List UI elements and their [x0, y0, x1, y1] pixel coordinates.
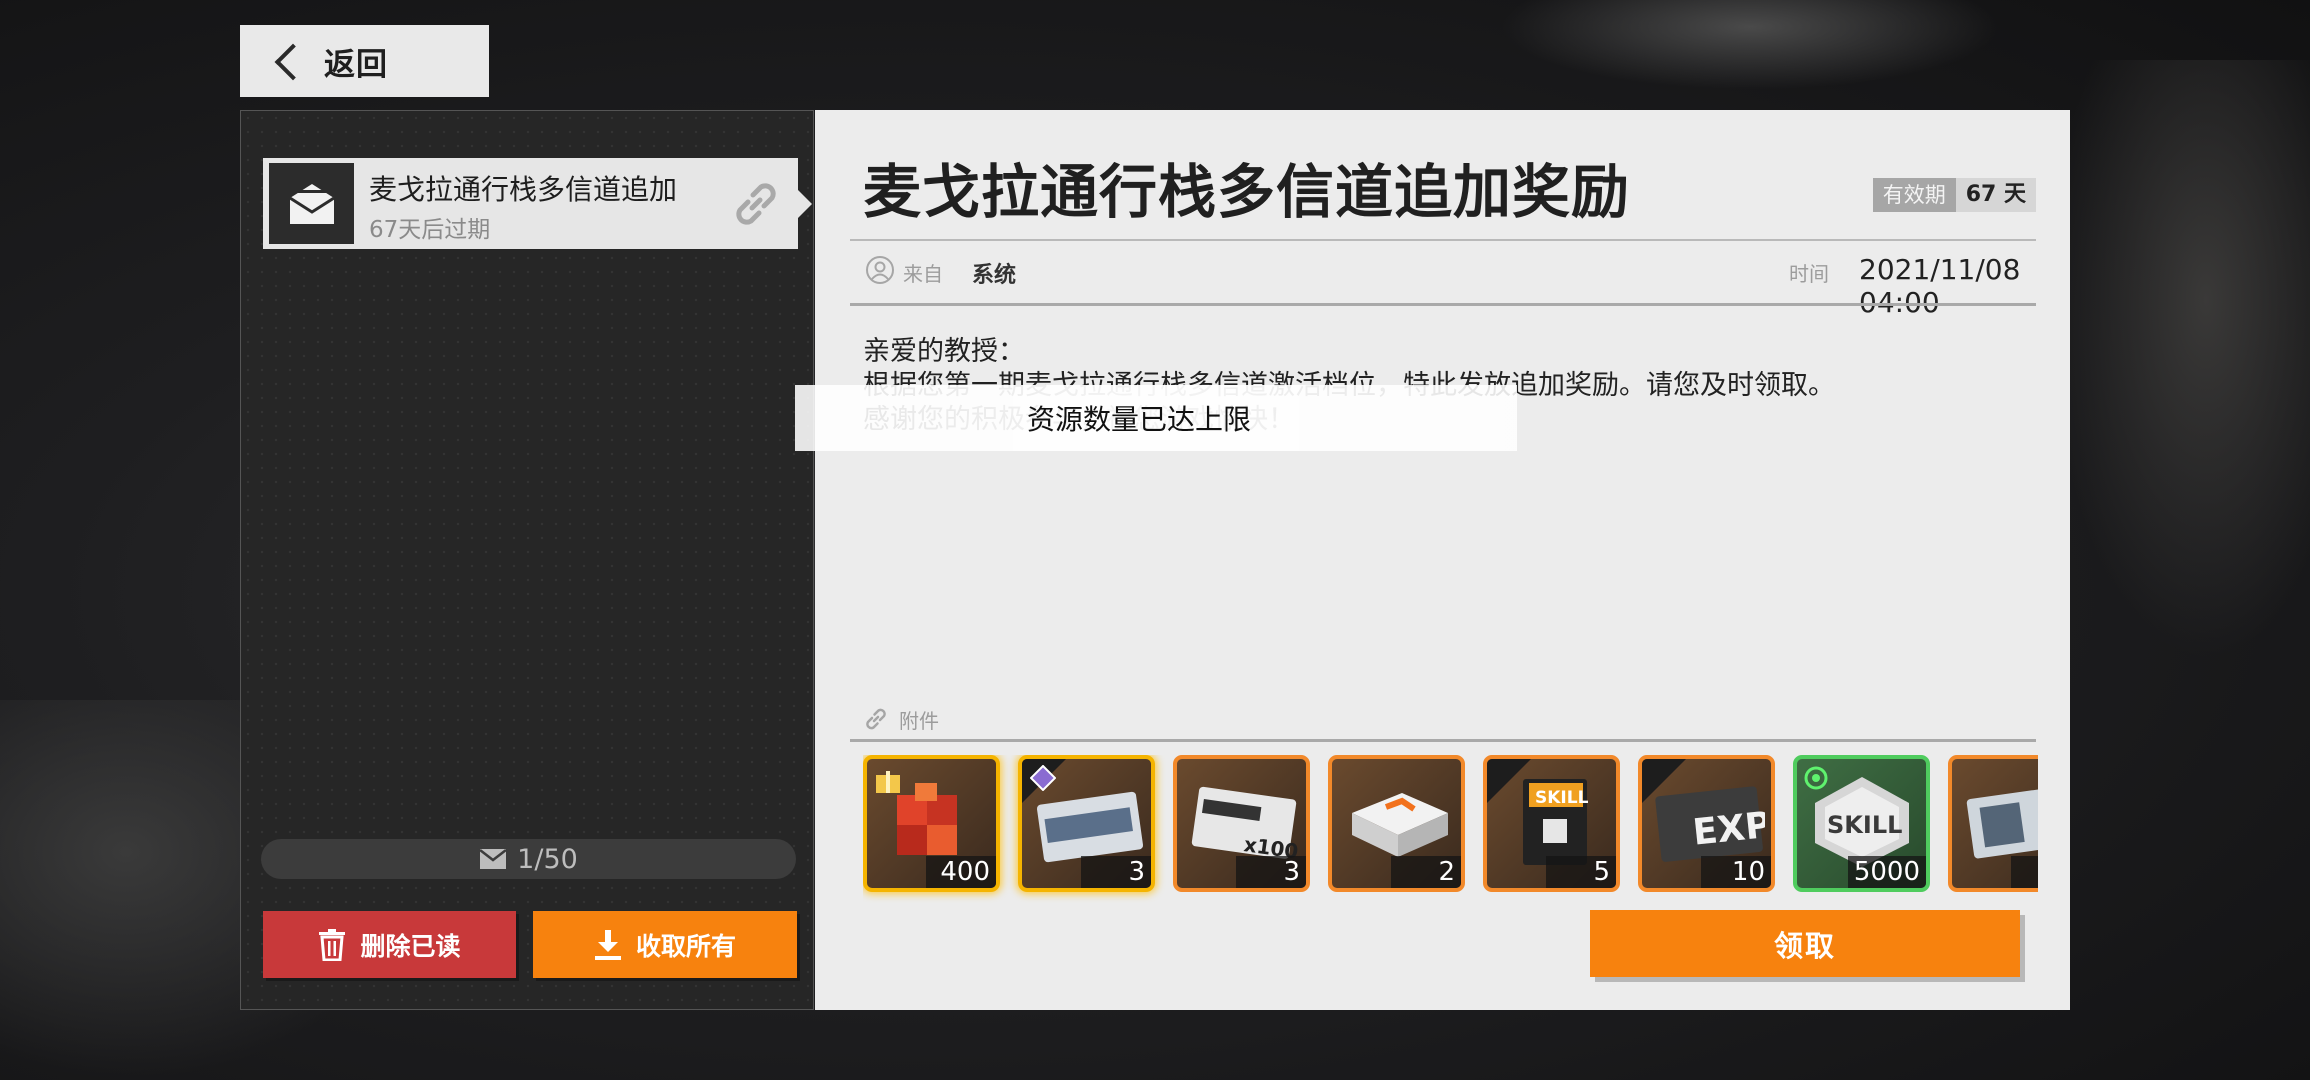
person-icon: [866, 256, 894, 284]
collect-all-label: 收取所有: [635, 931, 736, 961]
mail-title: 麦戈拉通行栈多信道追加奖励: [863, 158, 1631, 226]
from-value: 系统: [972, 263, 1017, 288]
back-label: 返回: [324, 46, 388, 83]
attachment-qty: 3: [1081, 856, 1151, 888]
attachment-item[interactable]: SKILL 5: [1483, 755, 1620, 892]
background-blur: [1500, 0, 2000, 90]
skill-book-icon: SKILL: [1523, 779, 1589, 865]
svg-text:EXP: EXP: [1691, 805, 1765, 854]
validity-badge: 有效期 67 天: [1872, 178, 2036, 212]
attachment-item[interactable]: SKILL 5000: [1793, 755, 1930, 892]
delete-read-label: 删除已读: [360, 931, 461, 961]
attachment-qty: 5: [1546, 856, 1616, 888]
delete-read-button[interactable]: 删除已读: [263, 911, 516, 978]
mail-item-title: 麦戈拉通行栈多信道追加: [369, 173, 678, 206]
svg-text:SKILL: SKILL: [1535, 788, 1589, 808]
envelope-open-icon: [269, 163, 354, 244]
attachment-link-icon: [736, 183, 776, 225]
attachment-qty: 10: [1701, 856, 1771, 888]
time-value: 2021/11/08 04:00: [1859, 253, 2021, 319]
key-card-x100-icon: x100: [1191, 786, 1300, 864]
sender-row: 来自 系统 时间 2021/11/08 04:00: [865, 253, 2035, 319]
attachment-qty: 2: [1391, 856, 1461, 888]
claim-button[interactable]: 领取: [1590, 910, 2020, 977]
validity-value: 67 天: [1955, 178, 2036, 212]
back-button[interactable]: 返回: [240, 25, 489, 97]
validity-label: 有效期: [1872, 178, 1956, 212]
mail-count: 1/50: [517, 843, 578, 875]
mail-count-bar: 1/50: [261, 839, 796, 879]
collect-all-button[interactable]: 收取所有: [533, 911, 797, 978]
divider: [850, 739, 2036, 742]
attachment-qty: [2011, 856, 2038, 888]
diamond-badge-icon: [1030, 765, 1056, 791]
mail-item-expiry: 67天后过期: [369, 217, 491, 243]
chip-badge-icon: [1804, 766, 1828, 790]
attachment-item[interactable]: EXP 10: [1638, 755, 1775, 892]
divider: [850, 303, 2036, 306]
trash-icon: [319, 928, 346, 961]
attachment-qty: 400: [926, 856, 996, 888]
divider: [850, 239, 2036, 241]
attachment-item[interactable]: 2: [1328, 755, 1465, 892]
exp-card-icon: EXP: [1655, 786, 1765, 862]
attachments-label: 附件: [899, 708, 939, 733]
claim-label: 领取: [1773, 928, 1836, 963]
attachment-qty: 5000: [1847, 856, 1926, 888]
attachment-item[interactable]: 400: [863, 755, 1000, 892]
paperclip-link-icon: [866, 708, 886, 730]
chevron-left-icon: [262, 25, 322, 97]
attachment-item[interactable]: [1948, 755, 2038, 892]
mail-body-line: 亲爱的教授：: [863, 336, 1025, 367]
toast-message: 资源数量已达上限: [1026, 403, 1251, 436]
supply-crate-icon: [1352, 793, 1448, 857]
from-label: 来自: [903, 262, 943, 286]
attachment-item[interactable]: x100 3: [1173, 755, 1310, 892]
mail-list-item[interactable]: 麦戈拉通行栈多信道追加 67天后过期: [263, 158, 812, 249]
mail-list-panel: 麦戈拉通行栈多信道追加 67天后过期 1/50 删除已读 收取所有: [240, 110, 814, 1010]
partial-item-icon: [1966, 787, 2038, 859]
time-label: 时间: [1789, 262, 1829, 286]
download-icon: [594, 929, 621, 960]
attachment-qty: 3: [1236, 856, 1306, 888]
background-blur: [2050, 60, 2310, 660]
svg-text:SKILL: SKILL: [1827, 811, 1902, 839]
toast-notification: 资源数量已达上限: [795, 385, 1517, 451]
gift-box-icon: [876, 771, 900, 793]
attachment-list: 400 3 x100 3 2 SKILL 5 EXP 10 SKILL 5000: [863, 755, 2038, 905]
mail-detail-panel: 麦戈拉通行栈多信道追加奖励 有效期 67 天 来自 系统 时间 2021/11/…: [795, 110, 2070, 1010]
attachment-item[interactable]: 3: [1018, 755, 1155, 892]
envelope-icon: [479, 849, 507, 869]
attachments-header: 附件: [863, 702, 939, 736]
